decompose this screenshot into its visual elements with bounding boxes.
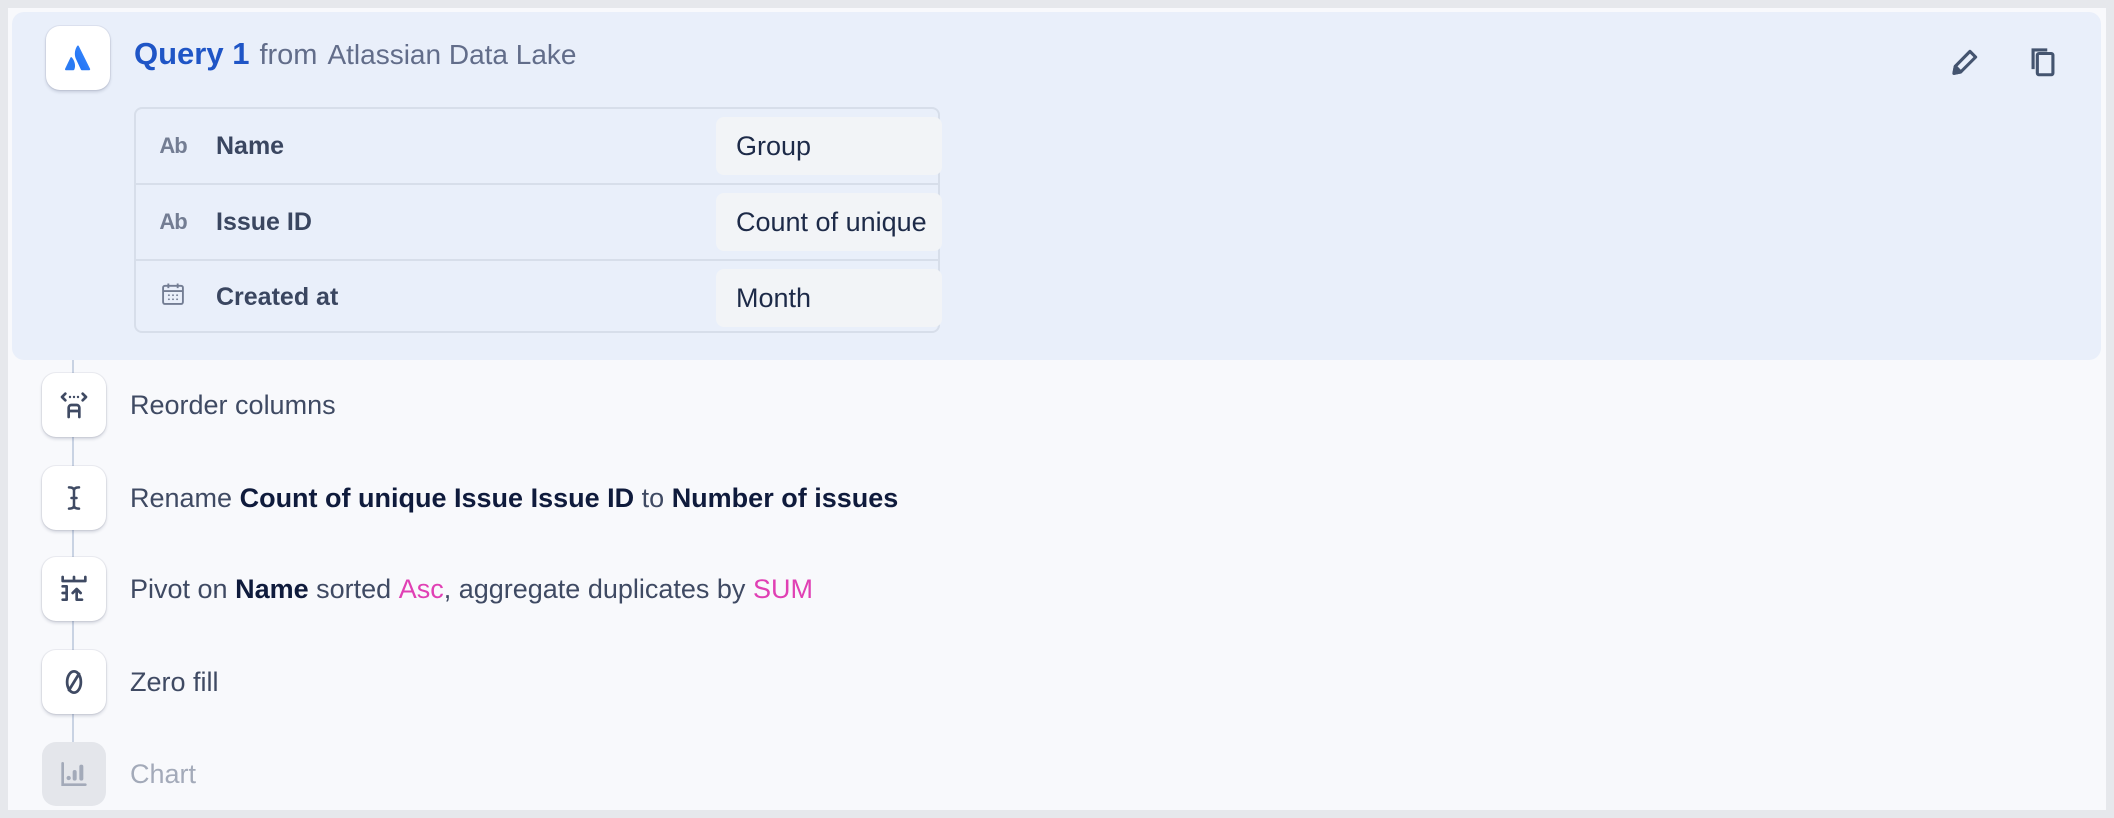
step-icon-box[interactable] bbox=[42, 466, 106, 530]
edit-query-button[interactable] bbox=[1947, 44, 1983, 80]
field-row[interactable]: Created at Month bbox=[136, 259, 942, 333]
sorted-label: sorted bbox=[316, 573, 392, 604]
text-type-icon: Ab bbox=[159, 133, 187, 158]
step-icon-box[interactable] bbox=[42, 373, 106, 437]
field-name: Created at bbox=[216, 282, 339, 311]
query-pipeline-container: Query 1 from Atlassian Data Lake Ab Name… bbox=[8, 8, 2106, 810]
step-label: Chart bbox=[130, 758, 197, 789]
field-aggregation-select[interactable]: Group bbox=[716, 117, 942, 175]
field-name: Issue ID bbox=[216, 207, 312, 236]
step-label: Reorder columns bbox=[130, 389, 336, 420]
field-aggregation-select[interactable]: Count of unique bbox=[716, 193, 942, 251]
aggregate-label: , aggregate duplicates by bbox=[443, 573, 746, 604]
pivot-column: Name bbox=[235, 573, 309, 604]
step-rename[interactable]: Rename Count of unique Issue Issue ID to… bbox=[130, 466, 898, 530]
field-name: Name bbox=[216, 131, 285, 160]
atlassian-logo-icon bbox=[64, 45, 91, 71]
step-prefix: Pivot on bbox=[130, 573, 228, 604]
text-type-icon: Ab bbox=[159, 209, 187, 234]
step-icon-box[interactable] bbox=[42, 650, 106, 714]
query-source-icon-box bbox=[46, 26, 110, 90]
query-actions bbox=[1947, 44, 2061, 80]
pencil-icon bbox=[1952, 49, 1978, 75]
query-source-name[interactable]: Atlassian Data Lake bbox=[327, 39, 576, 71]
field-row[interactable]: Ab Name Group bbox=[136, 109, 942, 183]
rename-to-column: Number of issues bbox=[671, 482, 899, 513]
step-icon-box[interactable] bbox=[42, 557, 106, 621]
step-chart[interactable]: Chart bbox=[130, 742, 196, 806]
rename-connector: to bbox=[641, 482, 665, 513]
query-name[interactable]: Query 1 bbox=[134, 36, 249, 72]
query-title: Query 1 from Atlassian Data Lake bbox=[134, 36, 577, 80]
field-aggregation-select[interactable]: Month bbox=[716, 269, 942, 327]
duplicate-query-button[interactable] bbox=[2025, 44, 2061, 80]
rename-cursor-icon bbox=[67, 486, 81, 510]
step-pivot[interactable]: Pivot on Name sorted Asc, aggregate dupl… bbox=[130, 557, 813, 621]
sort-order-value[interactable]: Asc bbox=[399, 574, 444, 605]
step-zero-fill[interactable]: Zero fill bbox=[130, 650, 219, 714]
pivot-icon bbox=[61, 575, 87, 601]
query-fields-table: Ab Name Group Ab Issue ID Count of uniqu… bbox=[134, 107, 942, 333]
aggregate-function-value[interactable]: SUM bbox=[753, 574, 813, 605]
from-label: from bbox=[259, 39, 318, 71]
reorder-columns-icon bbox=[60, 392, 88, 419]
field-row[interactable]: Ab Issue ID Count of unique bbox=[136, 183, 942, 259]
step-prefix: Rename bbox=[130, 482, 233, 513]
step-reorder-columns[interactable]: Reorder columns bbox=[130, 373, 336, 437]
chart-icon bbox=[61, 762, 87, 786]
zero-fill-icon bbox=[65, 670, 83, 694]
query-panel[interactable]: Query 1 from Atlassian Data Lake Ab Name… bbox=[12, 12, 2101, 360]
copy-icon bbox=[2031, 48, 2055, 77]
step-label: Zero fill bbox=[130, 666, 219, 697]
step-icon-box[interactable] bbox=[42, 742, 106, 806]
rename-from-column: Count of unique Issue Issue ID bbox=[239, 482, 635, 513]
calendar-icon bbox=[158, 280, 188, 314]
